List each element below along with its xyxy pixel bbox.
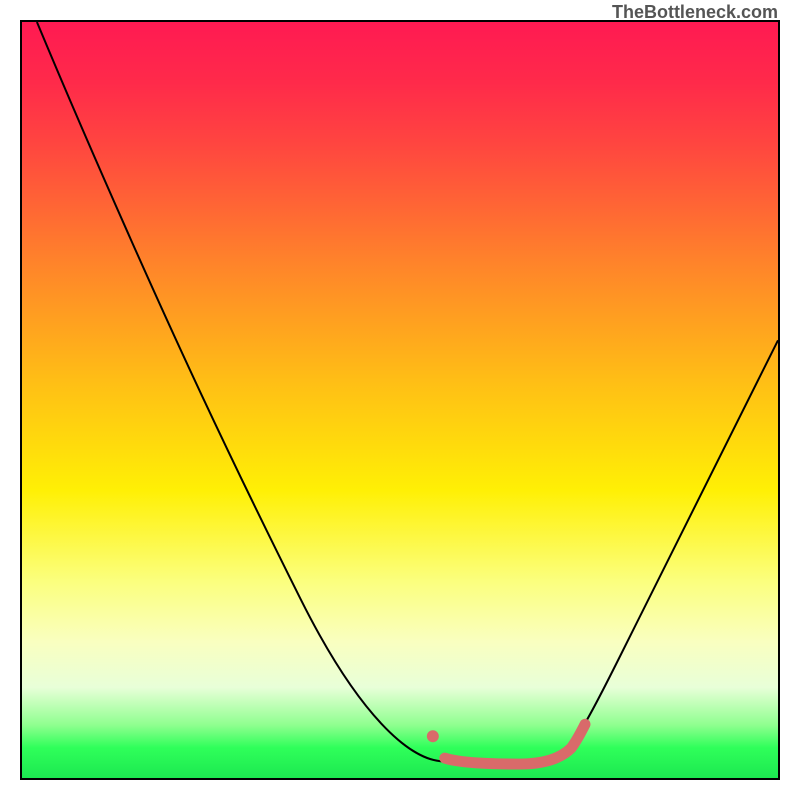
main-curve [37, 22, 778, 762]
chart-svg [22, 22, 778, 778]
highlight-segment [445, 724, 585, 764]
highlight-dot [427, 730, 439, 742]
chart-container: TheBottleneck.com [0, 0, 800, 800]
watermark-text: TheBottleneck.com [612, 2, 778, 23]
plot-area [20, 20, 780, 780]
